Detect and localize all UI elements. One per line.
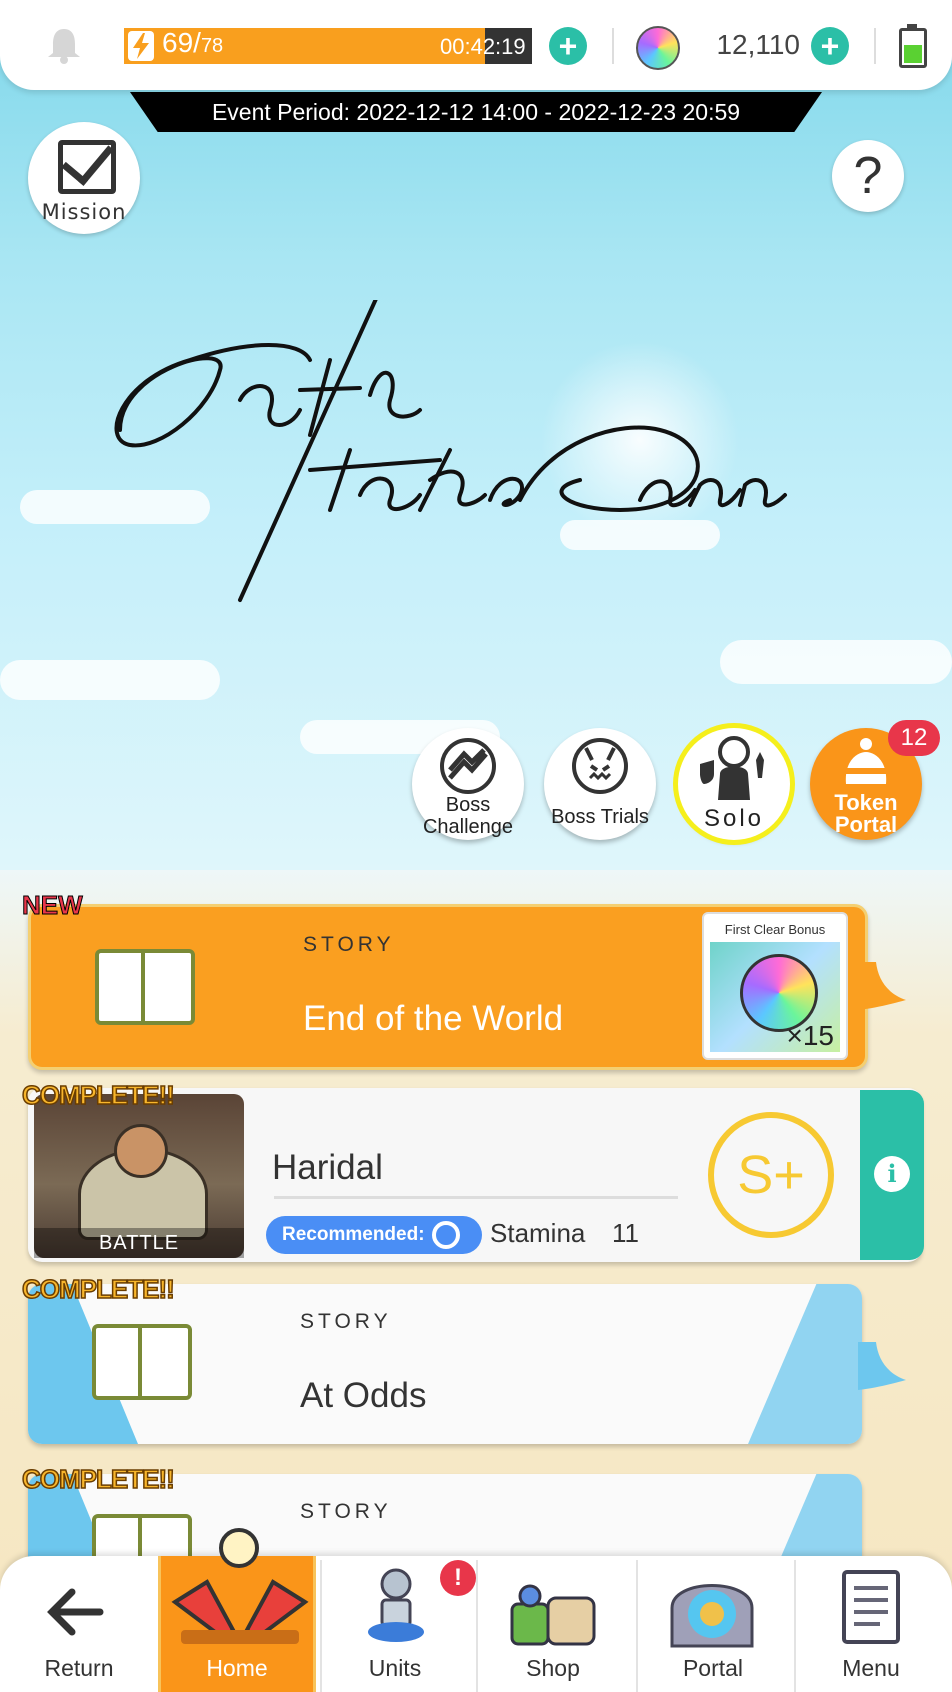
nav-shop[interactable]: Shop [474, 1556, 632, 1692]
nav-shop-label: Shop [526, 1655, 580, 1681]
stamina-cost: 11 [612, 1218, 639, 1248]
first-clear-bonus-label: First Clear Bonus [724, 922, 826, 937]
boss-challenge-button[interactable]: Boss Challenge [412, 728, 524, 840]
complete-tag: COMPLETE!! [21, 1079, 175, 1111]
nav-home-label: Home [206, 1655, 268, 1681]
battery-level [904, 45, 922, 63]
book-icon [92, 1324, 192, 1400]
token-portal-label-line2: Portal [834, 812, 898, 837]
divider [274, 1196, 678, 1199]
divider [612, 28, 614, 64]
card-decoration [748, 1284, 862, 1444]
stage-title: Haridal [272, 1148, 383, 1187]
gem-count: 12,110 [716, 29, 800, 60]
nav-menu-label: Menu [842, 1655, 900, 1681]
bonus-count: ×15 [786, 1020, 835, 1051]
info-icon: i [874, 1156, 910, 1192]
demon-icon [572, 738, 628, 794]
arrow-left-icon [47, 1588, 104, 1636]
stamina-current: 69 [162, 27, 194, 58]
stage-kind: STORY [300, 1310, 392, 1333]
book-icon [95, 949, 195, 1025]
mission-label: Mission [41, 200, 127, 224]
bonus-reward-image: ×15 [710, 942, 840, 1052]
bolt-icon [128, 31, 154, 61]
rank-emblem: S+ [708, 1112, 834, 1238]
boss-challenge-label-line2: Challenge [422, 816, 514, 838]
card-tail [858, 1342, 906, 1390]
nav-portal[interactable]: Portal [634, 1556, 792, 1692]
solo-unit-icon [700, 736, 764, 800]
add-gems-button[interactable]: + [811, 27, 849, 65]
element-icon [432, 1221, 460, 1249]
nav-units-label: Units [368, 1655, 422, 1681]
divider [636, 1560, 638, 1692]
stamina-timer: 00:42:19 [440, 34, 526, 59]
divider [874, 28, 876, 64]
divider [476, 1560, 478, 1692]
boss-trials-button[interactable]: Boss Trials [544, 728, 656, 840]
nav-return-label: Return [44, 1655, 114, 1681]
first-clear-bonus[interactable]: First Clear Bonus ×15 [702, 912, 848, 1060]
solo-label: Solo [703, 805, 765, 832]
nav-portal-label: Portal [682, 1655, 744, 1681]
shop-bags-icon [510, 1584, 596, 1646]
stage-title: End of the World [303, 999, 564, 1038]
token-portal-label: Token Portal [796, 792, 936, 836]
portal-icon [670, 1584, 754, 1648]
units-alert-badge: ! [440, 1560, 476, 1596]
plus-icon: + [820, 28, 840, 64]
boss-challenge-label: Boss Challenge [398, 794, 538, 838]
unit-head [114, 1124, 168, 1178]
recommended-label: Recommended: [282, 1224, 425, 1245]
new-tag: NEW [22, 890, 84, 921]
gem-icon [636, 26, 680, 70]
bell-icon[interactable] [44, 26, 84, 64]
nav-home[interactable]: Home [158, 1528, 316, 1692]
divider [320, 1560, 322, 1692]
stamina-value: 69/78 [162, 27, 224, 58]
battle-unit-image: BATTLE [34, 1094, 244, 1258]
battle-label: BATTLE [34, 1228, 244, 1258]
nav-return[interactable]: Return [0, 1556, 158, 1692]
cloud [0, 660, 220, 700]
stage-card-story[interactable]: STORY At Odds [28, 1284, 862, 1444]
event-period: Event Period: 2022-12-12 14:00 - 2022-12… [130, 92, 822, 132]
event-logo [114, 300, 787, 602]
stage-kind: STORY [300, 1500, 392, 1523]
add-stamina-button[interactable]: + [549, 27, 587, 65]
stamina-label: Stamina [490, 1218, 586, 1248]
menu-list-icon [842, 1570, 900, 1644]
stage-info-button[interactable]: i [860, 1090, 924, 1260]
bag-icon [845, 738, 887, 784]
help-button[interactable]: ? [832, 140, 904, 212]
stage-title: At Odds [300, 1376, 427, 1415]
checkbox-icon [58, 140, 116, 194]
recommended-badge: Recommended: [266, 1216, 482, 1254]
stamina-max: 78 [200, 35, 224, 57]
token-portal-badge: 12 [888, 720, 940, 756]
complete-tag: COMPLETE!! [21, 1273, 175, 1305]
boss-trials-label: Boss Trials [551, 806, 649, 828]
top-status-bar: 69/78 00:42:19 + 12,110 + [0, 0, 952, 90]
solo-button[interactable]: Solo [678, 728, 790, 840]
card-tail [858, 962, 906, 1010]
plus-icon: + [558, 28, 578, 64]
boss-challenge-label-line1: Boss [445, 794, 491, 816]
stage-kind: STORY [303, 933, 395, 956]
units-icon [368, 1568, 424, 1642]
home-crest-icon [171, 1528, 309, 1644]
mission-button[interactable]: Mission [28, 122, 140, 234]
boss-challenge-icon [440, 738, 496, 794]
divider [794, 1560, 796, 1692]
nav-menu[interactable]: Menu [792, 1556, 950, 1692]
battery-icon [899, 24, 927, 68]
complete-tag: COMPLETE!! [21, 1463, 175, 1495]
